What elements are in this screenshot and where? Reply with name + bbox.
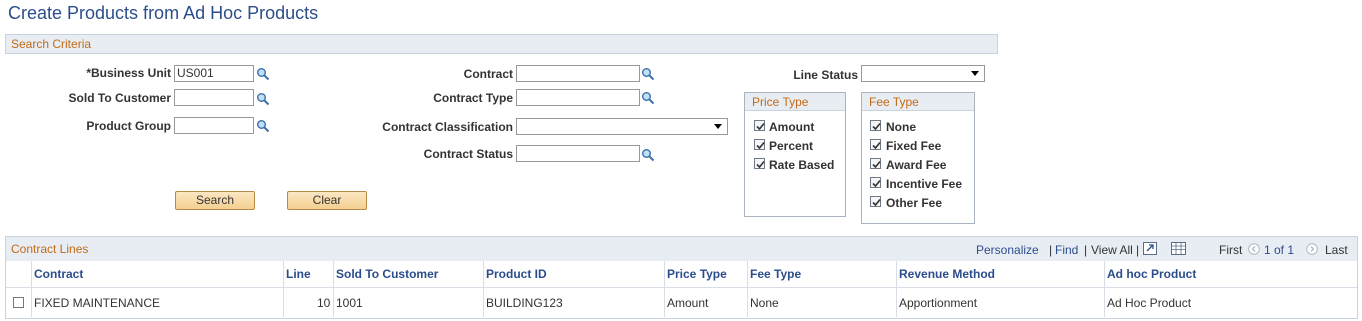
- business-unit-lookup-icon[interactable]: [256, 67, 270, 81]
- search-button[interactable]: Search: [175, 191, 255, 210]
- page-info: 1 of 1: [1264, 243, 1295, 257]
- row-adhoc-product: Ad Hoc Product: [1107, 296, 1192, 310]
- fee-type-award-label: Award Fee: [886, 158, 947, 172]
- contract-lines-grid: Contract Lines Personalize | Find | View…: [5, 236, 1358, 319]
- column-header-fee-type[interactable]: Fee Type: [750, 267, 801, 281]
- product-group-label: Product Group: [86, 119, 171, 133]
- row-contract: FIXED MAINTENANCE: [34, 296, 161, 310]
- row-fee-type: None: [750, 296, 779, 310]
- price-type-group: Price Type: [744, 92, 846, 217]
- contract-type-lookup-icon[interactable]: [641, 91, 655, 105]
- nav-separator: |: [1084, 243, 1088, 257]
- contract-status-input[interactable]: [516, 145, 640, 162]
- first-label: First: [1219, 243, 1243, 257]
- view-all-link[interactable]: View All: [1091, 243, 1133, 257]
- contract-lookup-icon[interactable]: [641, 67, 655, 81]
- fee-type-incentive-checkbox[interactable]: [870, 177, 881, 188]
- find-link[interactable]: Find: [1055, 243, 1078, 257]
- page-title: Create Products from Ad Hoc Products: [8, 3, 319, 23]
- contract-lines-title: Contract Lines: [11, 242, 89, 256]
- line-status-select[interactable]: [861, 65, 985, 82]
- contract-status-lookup-icon[interactable]: [641, 148, 655, 162]
- contract-type-input[interactable]: [516, 89, 640, 106]
- column-header-adhoc-product[interactable]: Ad hoc Product: [1107, 267, 1196, 281]
- row-line: 10: [317, 296, 331, 310]
- price-type-amount-checkbox[interactable]: [754, 120, 765, 131]
- contract-input[interactable]: [516, 65, 640, 82]
- download-grid-icon[interactable]: [1171, 242, 1186, 258]
- column-header-contract[interactable]: Contract: [34, 267, 83, 281]
- previous-page-icon[interactable]: [1248, 243, 1260, 258]
- zoom-grid-icon[interactable]: [1143, 242, 1157, 258]
- row-product-id: BUILDING123: [486, 296, 563, 310]
- row-price-type: Amount: [667, 296, 709, 310]
- row-revenue-method: Apportionment: [899, 296, 978, 310]
- fee-type-none-checkbox[interactable]: [870, 120, 881, 131]
- fee-type-award-checkbox[interactable]: [870, 158, 881, 169]
- column-header-line[interactable]: Line: [286, 267, 311, 281]
- fee-type-fixed-label: Fixed Fee: [886, 139, 942, 153]
- fee-type-incentive-label: Incentive Fee: [886, 177, 963, 191]
- last-label: Last: [1325, 243, 1348, 257]
- sold-to-customer-label: Sold To Customer: [68, 91, 171, 105]
- contract-classification-select[interactable]: [516, 118, 728, 135]
- nav-separator: |: [1049, 243, 1053, 257]
- contract-type-label: Contract Type: [433, 91, 513, 105]
- column-header-price-type[interactable]: Price Type: [667, 267, 727, 281]
- table-row: FIXED MAINTENANCE 10 1001 BUILDING123 Am…: [6, 288, 1357, 317]
- price-type-percent-label: Percent: [769, 139, 814, 153]
- column-header-product-id[interactable]: Product ID: [486, 267, 547, 281]
- dropdown-arrow-icon: [971, 71, 979, 76]
- row-sold-to-customer: 1001: [336, 296, 363, 310]
- price-type-rate-based-checkbox[interactable]: [754, 158, 765, 169]
- business-unit-input[interactable]: US001: [174, 65, 254, 82]
- search-criteria-title: Search Criteria: [11, 37, 92, 51]
- sold-to-customer-lookup-icon[interactable]: [256, 92, 270, 106]
- price-type-rate-based-label: Rate Based: [769, 158, 835, 172]
- clear-button[interactable]: Clear: [287, 191, 367, 210]
- price-type-amount-label: Amount: [769, 120, 815, 134]
- contract-label: Contract: [463, 67, 513, 81]
- row-select-checkbox[interactable]: [13, 297, 24, 308]
- search-criteria-header: Search Criteria: [5, 34, 998, 54]
- price-type-header: Price Type: [745, 93, 845, 111]
- contract-lines-header: Contract Lines Personalize | Find | View…: [6, 237, 1357, 261]
- personalize-link[interactable]: Personalize: [976, 243, 1039, 257]
- fee-type-header: Fee Type: [862, 93, 974, 111]
- column-header-revenue-method[interactable]: Revenue Method: [899, 267, 995, 281]
- contract-lines-column-header: Contract Line Sold To Customer Product I…: [6, 261, 1357, 288]
- product-group-input[interactable]: [174, 117, 254, 134]
- sold-to-customer-input[interactable]: [174, 89, 254, 106]
- dropdown-arrow-icon: [714, 124, 722, 129]
- business-unit-label: *Business Unit: [86, 66, 171, 80]
- contract-status-label: Contract Status: [423, 147, 513, 161]
- nav-separator: |: [1136, 243, 1140, 257]
- price-type-percent-checkbox[interactable]: [754, 139, 765, 150]
- next-page-icon[interactable]: [1306, 243, 1318, 258]
- fee-type-fixed-checkbox[interactable]: [870, 139, 881, 150]
- product-group-lookup-icon[interactable]: [256, 119, 270, 133]
- column-header-sold-to-customer[interactable]: Sold To Customer: [336, 267, 438, 281]
- fee-type-other-checkbox[interactable]: [870, 196, 881, 207]
- fee-type-none-label: None: [886, 120, 916, 134]
- contract-classification-label: Contract Classification: [382, 120, 513, 134]
- line-status-label: Line Status: [793, 68, 858, 82]
- fee-type-other-label: Other Fee: [886, 196, 943, 210]
